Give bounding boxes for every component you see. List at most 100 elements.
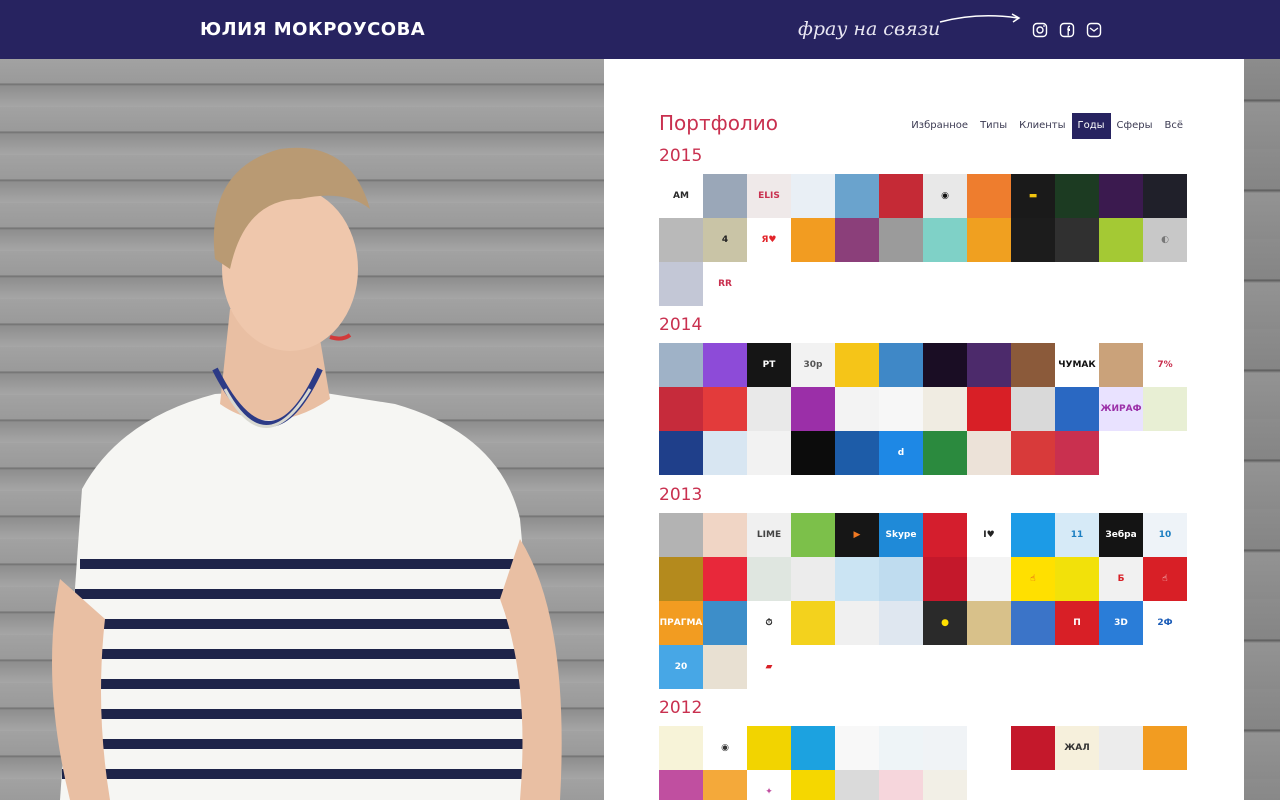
portfolio-tile[interactable] bbox=[703, 431, 747, 475]
portfolio-tile[interactable] bbox=[967, 557, 1011, 601]
portfolio-tile[interactable] bbox=[791, 387, 835, 431]
portfolio-tile[interactable] bbox=[1011, 343, 1055, 387]
portfolio-tile[interactable] bbox=[1011, 431, 1055, 475]
portfolio-tile[interactable]: Я♥ bbox=[747, 218, 791, 262]
portfolio-tile[interactable] bbox=[1011, 513, 1055, 557]
filter-tab[interactable]: Годы bbox=[1071, 113, 1111, 139]
portfolio-tile[interactable] bbox=[659, 343, 703, 387]
portfolio-tile[interactable]: ● bbox=[923, 601, 967, 645]
portfolio-tile[interactable] bbox=[923, 726, 967, 770]
portfolio-tile[interactable] bbox=[1011, 726, 1055, 770]
portfolio-tile[interactable] bbox=[1055, 431, 1099, 475]
filter-tab[interactable]: Клиенты bbox=[1013, 113, 1071, 139]
portfolio-tile[interactable] bbox=[791, 513, 835, 557]
portfolio-tile[interactable] bbox=[659, 387, 703, 431]
portfolio-tile[interactable]: ЖАЛ bbox=[1055, 726, 1099, 770]
portfolio-tile[interactable] bbox=[703, 645, 747, 689]
facebook-icon[interactable] bbox=[1059, 22, 1075, 38]
filter-tab[interactable]: Всё bbox=[1158, 113, 1189, 139]
portfolio-tile[interactable]: 30р bbox=[791, 343, 835, 387]
portfolio-tile[interactable]: 10 bbox=[1143, 513, 1187, 557]
portfolio-tile[interactable] bbox=[879, 770, 923, 800]
filter-tab[interactable]: Типы bbox=[974, 113, 1013, 139]
portfolio-tile[interactable]: 3D bbox=[1099, 601, 1143, 645]
portfolio-tile[interactable] bbox=[923, 218, 967, 262]
portfolio-tile[interactable] bbox=[703, 387, 747, 431]
portfolio-tile[interactable]: ELIS bbox=[747, 174, 791, 218]
portfolio-tile[interactable] bbox=[1011, 218, 1055, 262]
portfolio-tile[interactable] bbox=[835, 431, 879, 475]
portfolio-tile[interactable]: ✦ bbox=[747, 770, 791, 800]
portfolio-tile[interactable]: ☝ bbox=[1143, 557, 1187, 601]
portfolio-tile[interactable]: РТ bbox=[747, 343, 791, 387]
portfolio-tile[interactable]: Б bbox=[1099, 557, 1143, 601]
portfolio-tile[interactable] bbox=[791, 726, 835, 770]
portfolio-tile[interactable] bbox=[703, 557, 747, 601]
portfolio-tile[interactable] bbox=[835, 770, 879, 800]
portfolio-tile[interactable] bbox=[703, 513, 747, 557]
site-brand[interactable]: ЮЛИЯ МОКРОУСОВА bbox=[200, 19, 425, 40]
portfolio-tile[interactable] bbox=[967, 431, 1011, 475]
portfolio-tile[interactable] bbox=[1011, 387, 1055, 431]
portfolio-tile[interactable] bbox=[747, 726, 791, 770]
portfolio-tile[interactable] bbox=[1055, 557, 1099, 601]
portfolio-tile[interactable] bbox=[967, 601, 1011, 645]
portfolio-tile[interactable] bbox=[879, 726, 923, 770]
portfolio-tile[interactable] bbox=[879, 387, 923, 431]
instagram-icon[interactable] bbox=[1032, 22, 1048, 38]
mail-icon[interactable] bbox=[1086, 22, 1102, 38]
portfolio-tile[interactable]: 4 bbox=[703, 218, 747, 262]
portfolio-tile[interactable] bbox=[1099, 726, 1143, 770]
portfolio-tile[interactable] bbox=[967, 726, 1011, 770]
portfolio-tile[interactable] bbox=[703, 601, 747, 645]
portfolio-tile[interactable] bbox=[923, 431, 967, 475]
portfolio-tile[interactable] bbox=[659, 513, 703, 557]
portfolio-tile[interactable] bbox=[1055, 387, 1099, 431]
portfolio-tile[interactable] bbox=[703, 174, 747, 218]
filter-tab[interactable]: Сферы bbox=[1111, 113, 1159, 139]
portfolio-tile[interactable]: 2Ф bbox=[1143, 601, 1187, 645]
portfolio-tile[interactable] bbox=[791, 557, 835, 601]
portfolio-tile[interactable] bbox=[923, 387, 967, 431]
portfolio-tile[interactable] bbox=[967, 218, 1011, 262]
portfolio-tile[interactable] bbox=[747, 557, 791, 601]
portfolio-tile[interactable]: ⏱ bbox=[747, 601, 791, 645]
portfolio-tile[interactable] bbox=[1011, 601, 1055, 645]
portfolio-tile[interactable] bbox=[835, 557, 879, 601]
portfolio-tile[interactable]: AM bbox=[659, 174, 703, 218]
portfolio-tile[interactable] bbox=[659, 557, 703, 601]
portfolio-tile[interactable]: ☝ bbox=[1011, 557, 1055, 601]
portfolio-tile[interactable] bbox=[1099, 174, 1143, 218]
portfolio-tile[interactable] bbox=[1055, 174, 1099, 218]
portfolio-tile[interactable]: ЖИРАФ bbox=[1099, 387, 1143, 431]
portfolio-tile[interactable]: LIME bbox=[747, 513, 791, 557]
portfolio-tile[interactable]: 7% bbox=[1143, 343, 1187, 387]
portfolio-tile[interactable] bbox=[879, 557, 923, 601]
portfolio-tile[interactable]: ◐ bbox=[1143, 218, 1187, 262]
portfolio-tile[interactable]: Зебра bbox=[1099, 513, 1143, 557]
portfolio-tile[interactable] bbox=[791, 218, 835, 262]
portfolio-tile[interactable] bbox=[923, 557, 967, 601]
portfolio-tile[interactable] bbox=[747, 387, 791, 431]
portfolio-tile[interactable] bbox=[835, 343, 879, 387]
portfolio-tile[interactable]: d bbox=[879, 431, 923, 475]
portfolio-tile[interactable] bbox=[703, 343, 747, 387]
portfolio-tile[interactable] bbox=[923, 770, 967, 800]
portfolio-tile[interactable]: 20 bbox=[659, 645, 703, 689]
portfolio-tile[interactable]: ЧУМАК bbox=[1055, 343, 1099, 387]
portfolio-tile[interactable]: 11 bbox=[1055, 513, 1099, 557]
portfolio-tile[interactable] bbox=[835, 726, 879, 770]
portfolio-tile[interactable]: ◉ bbox=[923, 174, 967, 218]
portfolio-tile[interactable] bbox=[879, 601, 923, 645]
portfolio-tile[interactable] bbox=[923, 513, 967, 557]
portfolio-tile[interactable] bbox=[835, 174, 879, 218]
portfolio-tile[interactable] bbox=[1099, 343, 1143, 387]
portfolio-tile[interactable]: П bbox=[1055, 601, 1099, 645]
portfolio-tile[interactable] bbox=[791, 431, 835, 475]
portfolio-tile[interactable] bbox=[1143, 174, 1187, 218]
portfolio-tile[interactable]: I♥ bbox=[967, 513, 1011, 557]
portfolio-tile[interactable]: ▶ bbox=[835, 513, 879, 557]
portfolio-tile[interactable] bbox=[659, 262, 703, 306]
portfolio-tile[interactable] bbox=[967, 343, 1011, 387]
portfolio-tile[interactable] bbox=[791, 601, 835, 645]
